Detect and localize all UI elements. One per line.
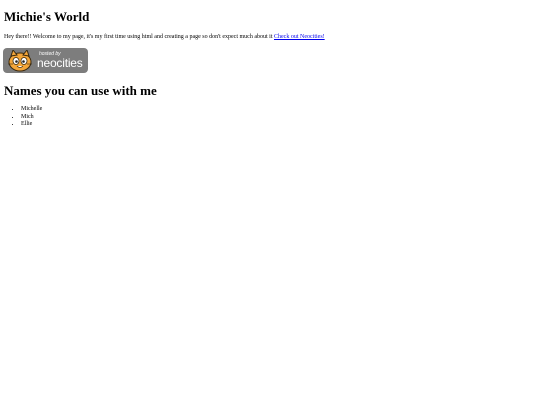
neocities-link[interactable]: Check out Neocities! <box>274 34 325 40</box>
intro-text: Hey there!! Welcome to my page, it's my … <box>4 34 273 40</box>
list-item: Michelle <box>21 106 42 114</box>
badge-text: hosted by neocities <box>37 52 83 70</box>
neocities-cat-icon <box>8 49 32 71</box>
hosted-by-neocities-badge[interactable]: hosted by neocities <box>3 48 88 73</box>
list-item: Ellie <box>21 121 42 129</box>
names-heading: Names you can use with me <box>4 83 157 98</box>
names-list: Michelle Mich Ellie <box>4 106 42 129</box>
badge-big-text: neocities <box>37 56 83 70</box>
list-item: Mich <box>21 114 42 122</box>
page: Michie's World Hey there!! Welcome to my… <box>0 0 540 405</box>
page-title: Michie's World <box>4 9 90 24</box>
intro-paragraph: Hey there!! Welcome to my page, it's my … <box>4 33 325 41</box>
